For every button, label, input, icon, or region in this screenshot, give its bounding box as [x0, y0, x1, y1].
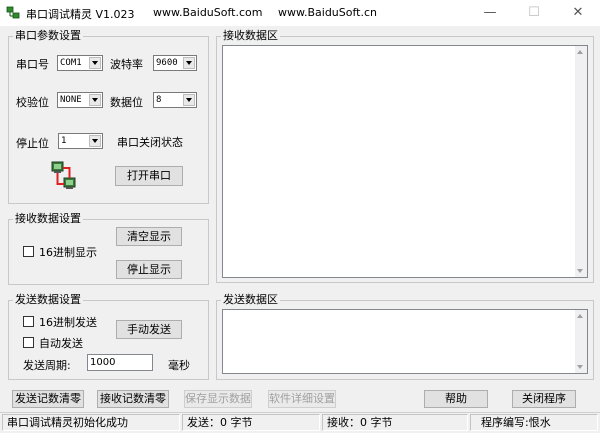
chevron-down-icon [89, 94, 101, 106]
parity-select[interactable]: NONE [57, 92, 103, 108]
chevron-down-icon [183, 94, 195, 106]
chevron-down-icon [183, 57, 195, 69]
sent-bytes-counter: 发送：0 字节 [182, 414, 320, 431]
maximize-button[interactable]: ☐ [512, 0, 556, 26]
save-display-button[interactable]: 保存显示数据 [184, 390, 252, 408]
baud-label: 波特率 [110, 58, 143, 71]
scroll-up-icon[interactable] [577, 50, 583, 54]
receive-settings-group-label: 接收数据设置 [13, 212, 83, 225]
close-program-button[interactable]: 关闭程序 [512, 390, 576, 408]
received-bytes-counter: 接收：0 字节 [322, 414, 468, 431]
hex-display-checkbox[interactable] [23, 246, 34, 257]
stopbits-label: 停止位 [16, 137, 49, 150]
window-title: 串口调试精灵 V1.023 [26, 8, 135, 21]
title-bar: 串口调试精灵 V1.023 www.BaiduSoft.com www.Baid… [0, 0, 600, 26]
send-scrollbar[interactable] [575, 310, 587, 373]
open-port-button[interactable]: 打开串口 [115, 166, 183, 186]
hex-send-label: 16进制发送 [39, 316, 97, 329]
serial-connection-icon [51, 161, 76, 189]
port-select[interactable]: COM1 [57, 55, 103, 71]
baud-select[interactable]: 9600 [153, 55, 197, 71]
receive-area-group-label: 接收数据区 [221, 29, 280, 42]
help-button[interactable]: 帮助 [424, 390, 488, 408]
close-window-button[interactable]: ✕ [556, 0, 600, 26]
databits-label: 数据位 [110, 96, 143, 109]
author-info: 程序编写:恨水 [470, 414, 598, 431]
databits-select[interactable]: 8 [153, 92, 197, 108]
site-link-com[interactable]: www.BaiduSoft.com [153, 6, 262, 19]
auto-send-label: 自动发送 [39, 337, 83, 350]
stopbits-select[interactable]: 1 [58, 133, 103, 149]
receive-scrollbar[interactable] [575, 46, 587, 277]
site-link-cn[interactable]: www.BaiduSoft.cn [278, 6, 377, 19]
scroll-down-icon[interactable] [577, 365, 583, 369]
clear-send-count-button[interactable]: 发送记数清零 [12, 390, 84, 408]
status-message: 串口调试精灵初始化成功 [2, 414, 180, 431]
send-period-unit: 毫秒 [168, 359, 190, 372]
send-period-input[interactable]: 1000 [87, 354, 153, 371]
serial-params-group-label: 串口参数设置 [13, 29, 83, 42]
send-data-textarea[interactable] [222, 309, 588, 374]
minimize-button[interactable]: — [468, 0, 512, 26]
scroll-down-icon[interactable] [577, 269, 583, 273]
stop-display-button[interactable]: 停止显示 [116, 260, 182, 279]
port-label: 串口号 [16, 58, 49, 71]
auto-send-checkbox[interactable] [23, 337, 34, 348]
chevron-down-icon [89, 57, 101, 69]
scroll-up-icon[interactable] [577, 314, 583, 318]
advanced-settings-button[interactable]: 软件详细设置 [268, 390, 336, 408]
send-area-group-label: 发送数据区 [221, 293, 280, 306]
parity-label: 校验位 [16, 96, 49, 109]
send-period-label: 发送周期: [23, 359, 71, 372]
hex-send-checkbox[interactable] [23, 316, 34, 327]
chevron-down-icon [89, 135, 101, 147]
send-settings-group-label: 发送数据设置 [13, 293, 83, 306]
app-icon [6, 6, 20, 19]
clear-receive-count-button[interactable]: 接收记数清零 [97, 390, 169, 408]
receive-data-textarea[interactable] [222, 45, 588, 278]
manual-send-button[interactable]: 手动发送 [116, 320, 182, 339]
hex-display-label: 16进制显示 [39, 246, 97, 259]
port-status-text: 串口关闭状态 [117, 136, 183, 149]
clear-display-button[interactable]: 清空显示 [116, 227, 182, 246]
